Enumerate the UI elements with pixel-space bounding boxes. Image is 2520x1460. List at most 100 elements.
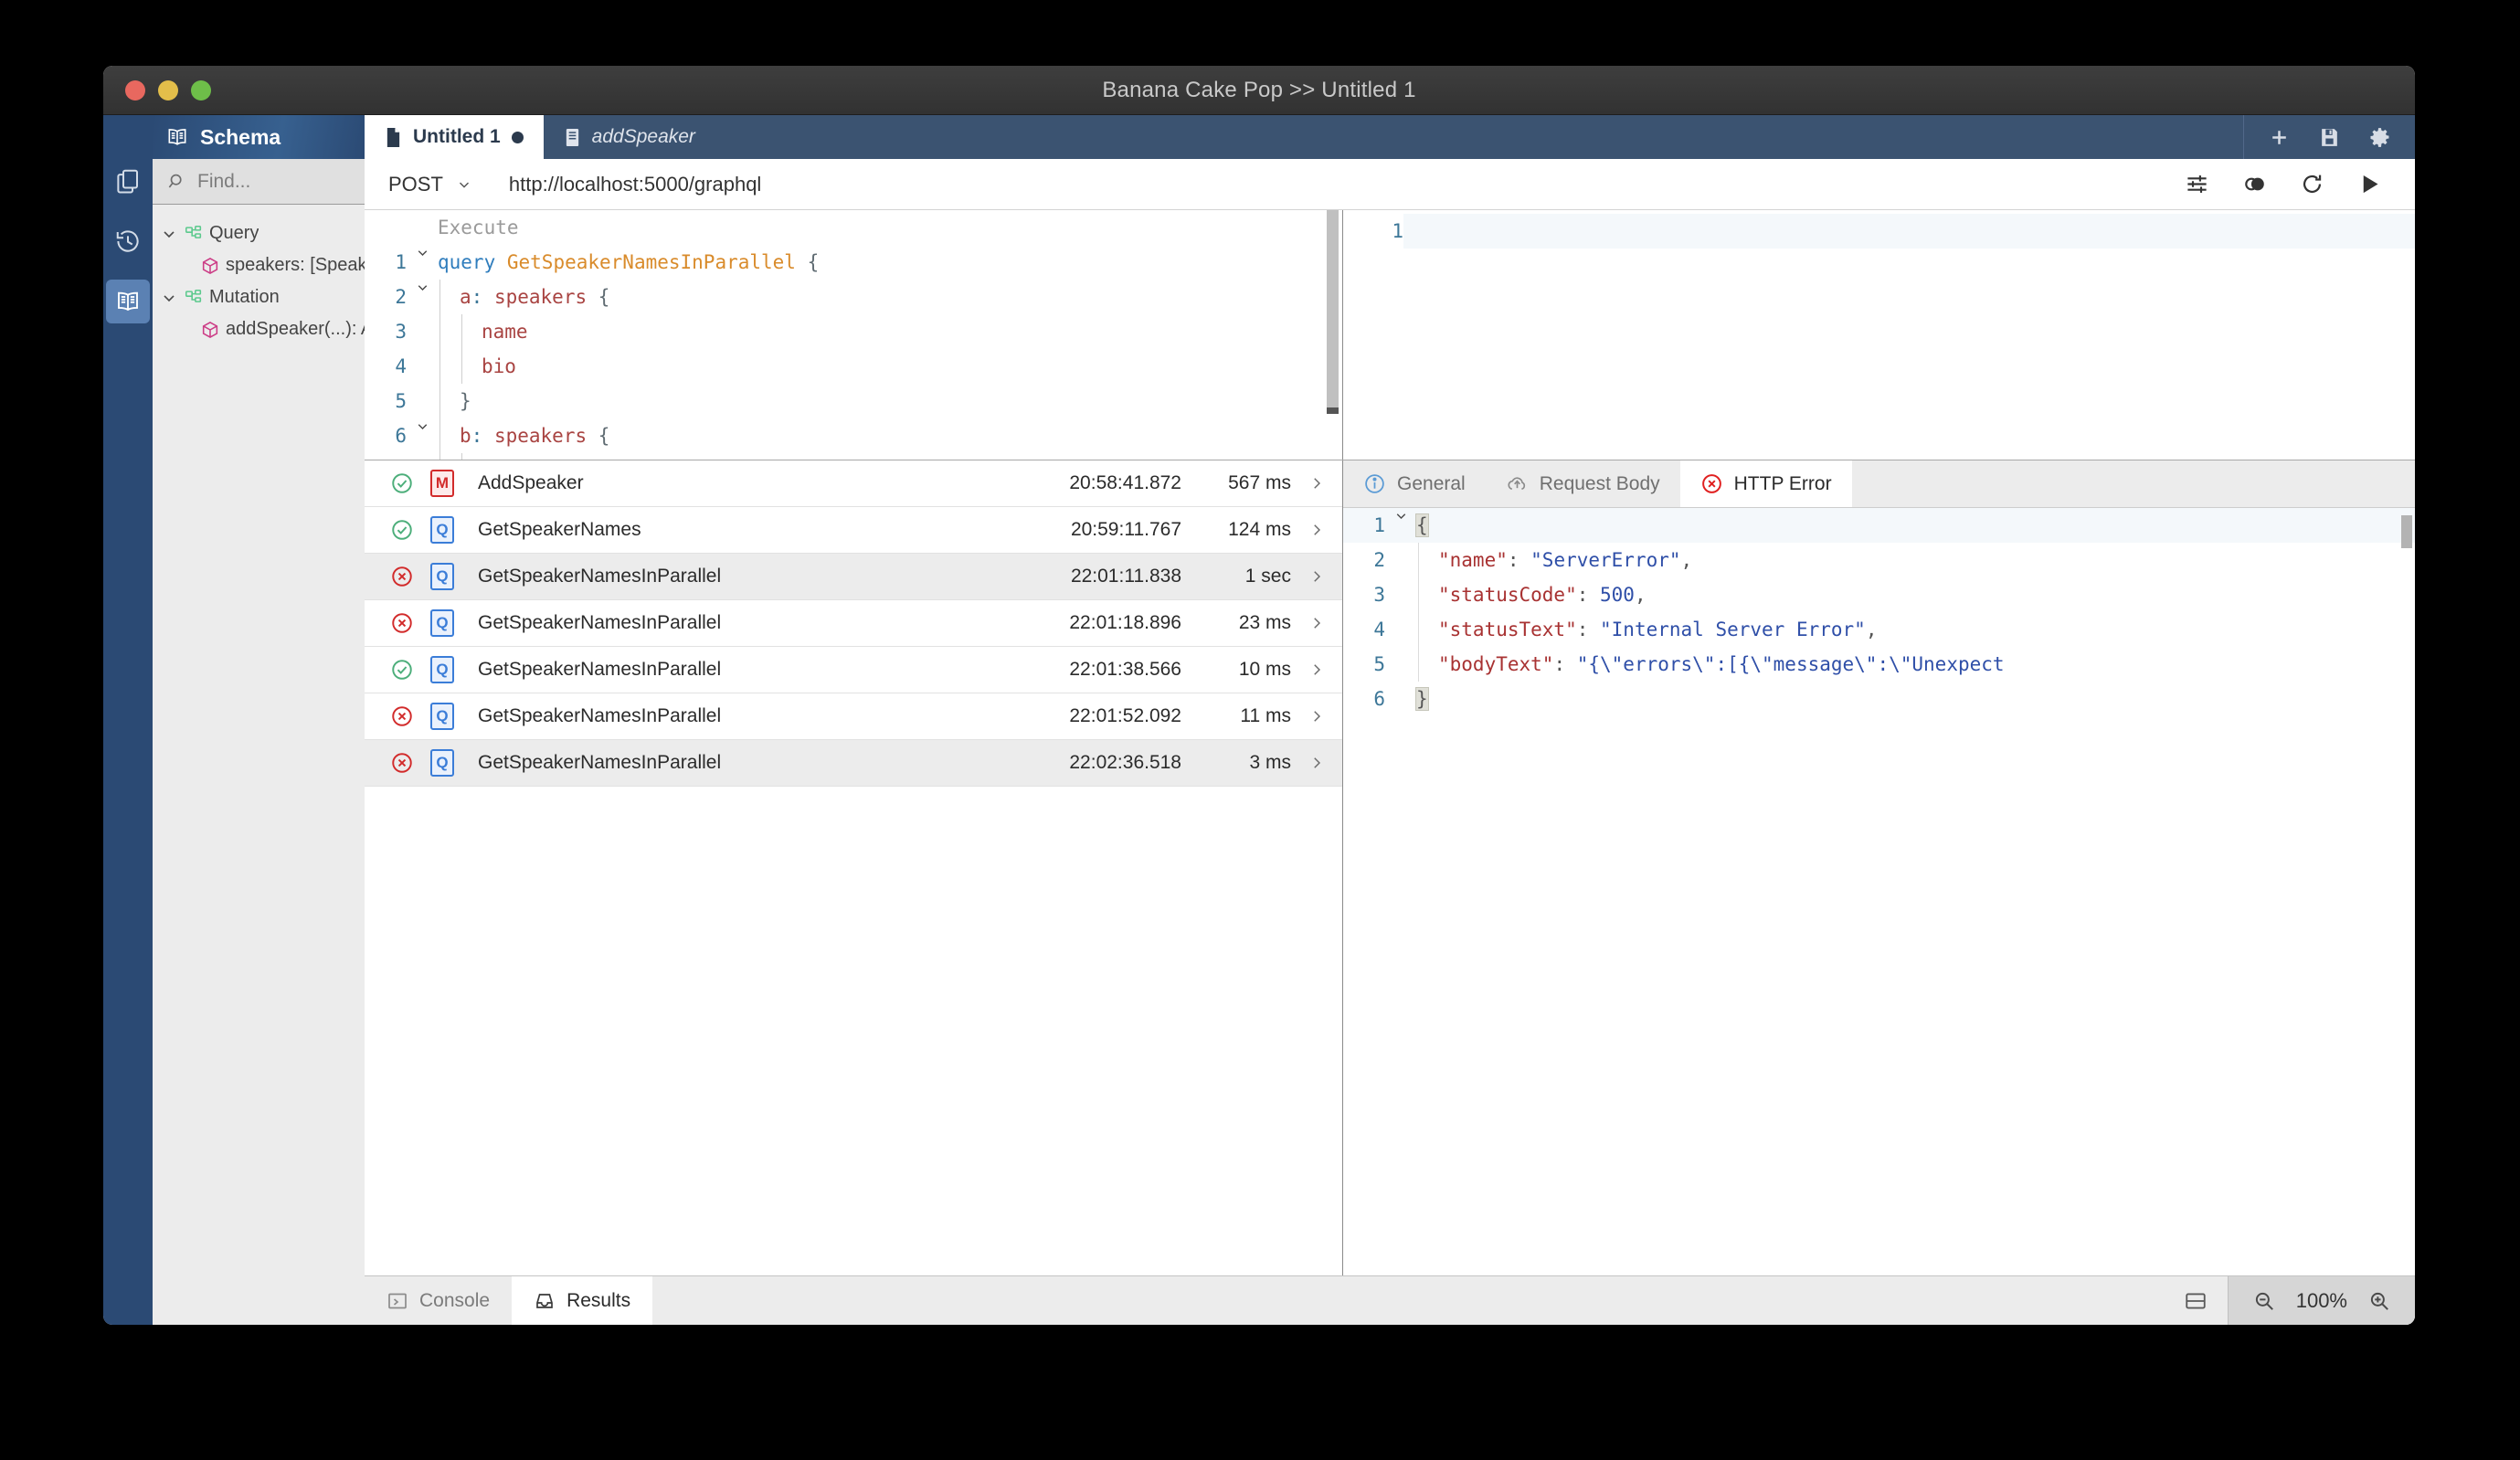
code-line[interactable]: 3 "statusCode": 500, bbox=[1343, 577, 2415, 612]
indent-guide bbox=[1418, 577, 1419, 612]
request-url-input[interactable]: http://localhost:5000/graphql bbox=[496, 173, 2185, 196]
code-line[interactable]: 4 "statusText": "Internal Server Error", bbox=[1343, 612, 2415, 647]
chevron-right-icon[interactable] bbox=[1291, 568, 1342, 585]
schema-tree-label: speakers: [Speaker!]! bbox=[226, 255, 365, 275]
gear-icon[interactable] bbox=[2368, 126, 2391, 149]
code-line[interactable]: 5} bbox=[365, 384, 1342, 418]
code-line[interactable]: 4 bio bbox=[365, 349, 1342, 384]
code-line[interactable]: 5 "bodyText": "{\"errors\":[{\"message\":… bbox=[1343, 647, 2415, 682]
operation-kind-letter: Q bbox=[430, 656, 454, 683]
table-row[interactable]: M AddSpeaker 20:58:41.872 567 ms bbox=[365, 460, 1342, 507]
code-token: speakers bbox=[482, 425, 598, 447]
scrollbar-thumb[interactable] bbox=[1327, 210, 1339, 407]
tab-request-body[interactable]: Request Body bbox=[1486, 460, 1680, 507]
status-tab-results[interactable]: Results bbox=[512, 1276, 653, 1325]
code-text: } bbox=[438, 384, 1342, 418]
query-editor[interactable]: Execute 1 query GetSpeakerNamesInParallel… bbox=[365, 210, 1343, 460]
http-method-value: POST bbox=[388, 172, 443, 196]
codelens-row[interactable]: Execute bbox=[365, 210, 1342, 245]
table-row[interactable]: Q GetSpeakerNames 20:59:11.767 124 ms bbox=[365, 507, 1342, 554]
variables-editor[interactable]: 1 bbox=[1343, 210, 2415, 460]
refresh-icon[interactable] bbox=[2300, 172, 2324, 196]
chevron-down-icon[interactable] bbox=[1393, 508, 1409, 524]
chevron-right-icon[interactable] bbox=[1291, 661, 1342, 678]
fold-toggle[interactable] bbox=[407, 418, 438, 434]
zoom-in-icon[interactable] bbox=[2367, 1289, 2391, 1313]
status-tab-console[interactable]: Console bbox=[365, 1276, 512, 1325]
table-row[interactable]: Q GetSpeakerNamesInParallel 22:01:52.092 11… bbox=[365, 693, 1342, 740]
indent-guide bbox=[439, 349, 440, 384]
search-input[interactable] bbox=[197, 170, 334, 193]
venn-toggle-icon[interactable] bbox=[2242, 172, 2267, 196]
sliders-icon[interactable] bbox=[2185, 172, 2209, 196]
code-line[interactable]: 2 a: speakers { bbox=[365, 280, 1342, 314]
tab-general[interactable]: General bbox=[1343, 460, 1486, 507]
execute-codelens[interactable]: Execute bbox=[438, 210, 1342, 245]
fold-toggle[interactable] bbox=[1385, 508, 1416, 524]
operation-kind-query-badge: Q bbox=[430, 609, 471, 637]
json-scrollbar-thumb[interactable] bbox=[2401, 515, 2412, 548]
schema-tree-field-addspeaker[interactable]: addSpeaker(...): AddS... bbox=[153, 313, 365, 345]
schema-tree-root-mutation[interactable]: Mutation bbox=[153, 281, 365, 313]
split-layout-button[interactable] bbox=[2164, 1289, 2228, 1313]
chevron-down-icon[interactable] bbox=[415, 245, 430, 260]
chevron-right-icon[interactable] bbox=[1291, 522, 1342, 538]
fold-toggle[interactable] bbox=[407, 245, 438, 260]
editor-split: Execute 1 query GetSpeakerNamesInParallel… bbox=[365, 210, 2415, 460]
chevron-right-icon[interactable] bbox=[1291, 615, 1342, 631]
code-line[interactable]: 1 bbox=[1343, 214, 2415, 249]
error-circle-icon bbox=[1701, 474, 1721, 493]
chevron-down-icon bbox=[164, 294, 175, 302]
code-line[interactable]: 7 name bbox=[365, 453, 1342, 460]
code-text: query GetSpeakerNamesInParallel { bbox=[438, 245, 1342, 280]
chevron-right-icon[interactable] bbox=[1291, 755, 1342, 771]
operation-duration: 124 ms bbox=[1228, 519, 1291, 540]
results-empty-area bbox=[365, 787, 1342, 1275]
fold-toggle[interactable] bbox=[407, 280, 438, 295]
tab-dirty-indicator[interactable] bbox=[511, 131, 524, 143]
table-row[interactable]: Q GetSpeakerNamesInParallel 22:01:18.896 23… bbox=[365, 600, 1342, 647]
graph-node-icon bbox=[185, 289, 202, 302]
http-error-json-viewer[interactable]: 1{2 "name": "ServerError", 3 "statusCode": … bbox=[1343, 508, 2415, 1275]
code-line[interactable]: 6 b: speakers { bbox=[365, 418, 1342, 453]
play-icon[interactable] bbox=[2357, 172, 2382, 196]
operation-kind-letter: Q bbox=[430, 563, 454, 590]
schema-tree-root-query[interactable]: Query bbox=[153, 217, 365, 249]
chevron-down-icon[interactable] bbox=[415, 280, 430, 295]
activity-item-documents[interactable] bbox=[106, 159, 150, 203]
chevron-right-icon[interactable] bbox=[1291, 708, 1342, 725]
code-text: b: speakers { bbox=[438, 418, 1342, 453]
table-row[interactable]: Q GetSpeakerNamesInParallel 22:02:36.518 3 … bbox=[365, 740, 1342, 787]
save-floppy-icon[interactable] bbox=[2318, 126, 2341, 149]
code-line[interactable]: 6} bbox=[1343, 682, 2415, 716]
chevron-down-icon[interactable] bbox=[415, 418, 430, 434]
code-line[interactable]: 3 name bbox=[365, 314, 1342, 349]
tab-addspeaker[interactable]: addSpeaker bbox=[544, 115, 715, 159]
tab-label: addSpeaker bbox=[591, 126, 695, 147]
code-line[interactable]: 1 query GetSpeakerNamesInParallel { bbox=[365, 245, 1342, 280]
schema-tree-label: Mutation bbox=[209, 287, 280, 307]
table-row[interactable]: Q GetSpeakerNamesInParallel 22:01:11.838 1 … bbox=[365, 554, 1342, 600]
operation-kind-mutation-badge: M bbox=[430, 470, 471, 497]
code-line[interactable]: 2 "name": "ServerError", bbox=[1343, 543, 2415, 577]
code-line[interactable]: 1{ bbox=[1343, 508, 2415, 543]
http-method-select[interactable]: POST bbox=[365, 173, 496, 196]
tab-untitled-1[interactable]: Untitled 1 bbox=[365, 115, 544, 159]
detail-panel: General Request Body HTTP Error 1 {2 "n… bbox=[1343, 460, 2415, 1275]
chevron-right-icon[interactable] bbox=[1291, 475, 1342, 492]
table-row[interactable]: Q GetSpeakerNamesInParallel 22:01:38.566 10… bbox=[365, 647, 1342, 693]
query-editor-scrollbar[interactable] bbox=[1327, 210, 1339, 460]
tab-http-error[interactable]: HTTP Error bbox=[1679, 460, 1852, 507]
app-window: Banana Cake Pop >> Untitled 1 Schema Fin… bbox=[103, 66, 2415, 1325]
code-text: a: speakers { bbox=[438, 280, 1342, 314]
activity-item-schema[interactable] bbox=[106, 280, 150, 323]
zoom-out-icon[interactable] bbox=[2252, 1289, 2276, 1313]
schema-search[interactable] bbox=[153, 159, 365, 205]
line-number: 5 bbox=[395, 390, 407, 412]
plus-icon[interactable] bbox=[2268, 126, 2291, 149]
operation-duration: 23 ms bbox=[1238, 612, 1291, 633]
schema-tree-field-speakers[interactable]: speakers: [Speaker!]! bbox=[153, 249, 365, 281]
activity-item-history[interactable] bbox=[106, 219, 150, 263]
detail-tab-label: Request Body bbox=[1539, 472, 1660, 494]
